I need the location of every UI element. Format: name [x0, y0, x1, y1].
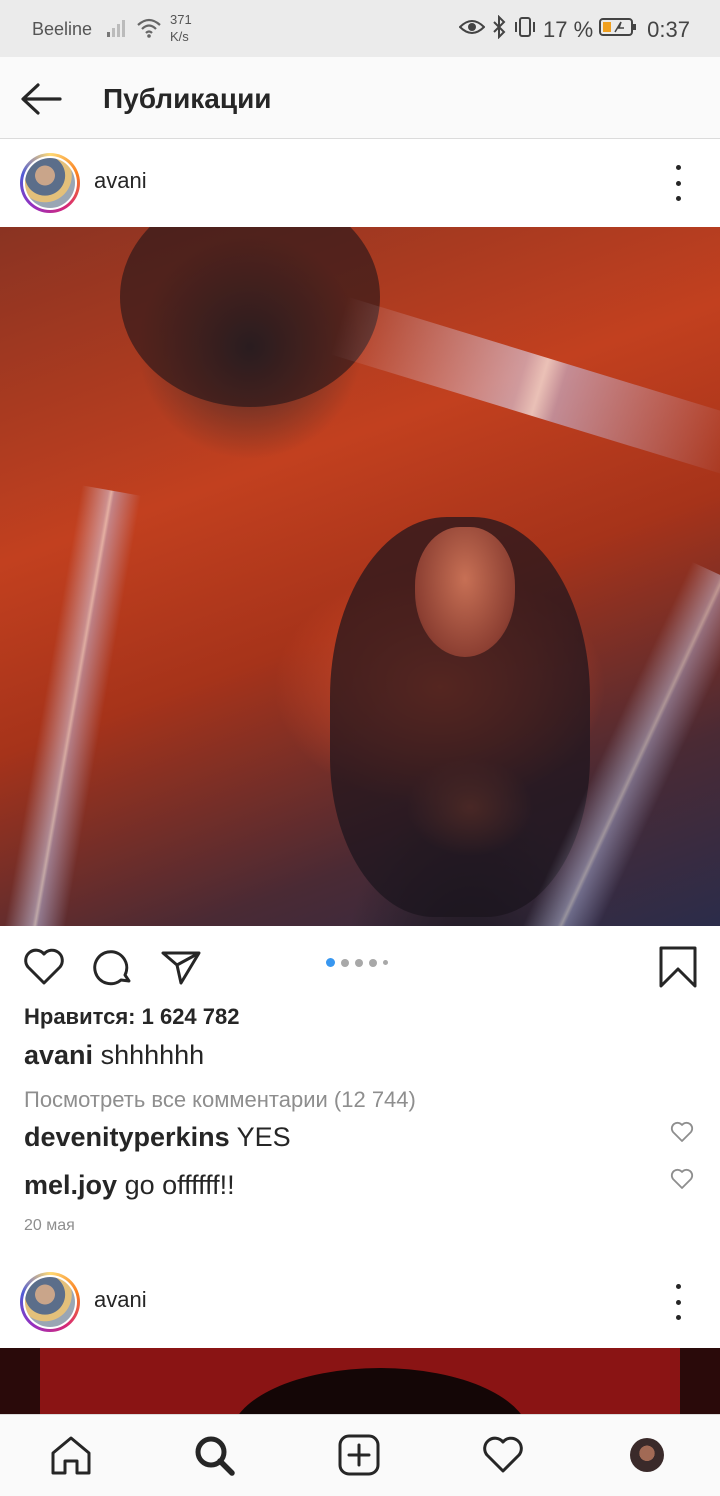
home-icon[interactable]: [49, 1433, 93, 1477]
bookmark-icon[interactable]: [656, 945, 700, 989]
activity-heart-icon[interactable]: [481, 1433, 525, 1477]
eye-icon: [458, 17, 486, 43]
next-post-header: avani: [0, 1258, 720, 1346]
comment-text: go offffff!!: [124, 1170, 235, 1200]
add-post-icon[interactable]: [337, 1433, 381, 1477]
image-face: [415, 527, 515, 657]
send-icon[interactable]: [159, 945, 203, 989]
carousel-dot: [341, 958, 349, 967]
search-icon[interactable]: [192, 1433, 236, 1477]
carousel-dot: [369, 958, 377, 967]
battery-icon: [599, 17, 637, 43]
speed-value: 371: [170, 12, 192, 27]
arrow-left-icon[interactable]: [18, 79, 64, 119]
post-header: avani: [0, 139, 720, 227]
heart-icon[interactable]: [22, 945, 66, 989]
comment-user[interactable]: mel.joy: [24, 1170, 117, 1200]
comment-text: YES: [236, 1122, 291, 1152]
post-username[interactable]: avani: [94, 168, 147, 194]
carousel-indicator: [326, 958, 388, 967]
image-silhouette: [230, 1368, 530, 1416]
avatar[interactable]: [20, 153, 80, 213]
avatar-image: [25, 1277, 75, 1327]
carousel-dot-active: [326, 958, 335, 967]
carousel-dot: [355, 958, 363, 967]
bluetooth-icon: [491, 14, 507, 45]
avatar-image: [25, 158, 75, 208]
carousel-dot: [383, 960, 388, 965]
avatar[interactable]: [20, 1272, 80, 1332]
caption-text: shhhhhh: [100, 1040, 205, 1070]
wifi-icon: [136, 17, 162, 44]
status-right: 17 % 0:37: [458, 14, 690, 45]
more-vertical-icon[interactable]: [666, 165, 690, 201]
comment-user[interactable]: devenityperkins: [24, 1122, 230, 1152]
vibrate-icon: [513, 16, 537, 44]
app-header: Публикации: [0, 57, 720, 139]
comment-icon[interactable]: [91, 945, 135, 989]
comment-row: mel.joy go offffff!!: [24, 1170, 235, 1201]
post-username[interactable]: avani: [94, 1287, 147, 1313]
signal-icon: [106, 18, 128, 43]
next-post-image[interactable]: [0, 1348, 720, 1416]
light-beam: [330, 296, 720, 478]
carrier-label: Beeline: [32, 19, 93, 39]
status-bar: Beeline 371 K/s 17 % 0:37: [0, 0, 720, 57]
post-date: 20 мая: [24, 1217, 75, 1234]
comment-like-icon[interactable]: [670, 1168, 694, 1190]
light-beam: [0, 485, 142, 926]
clock: 0:37: [647, 17, 690, 42]
speed-unit: K/s: [170, 29, 189, 44]
post-image[interactable]: [0, 227, 720, 926]
comment-like-icon[interactable]: [670, 1121, 694, 1143]
caption-user[interactable]: avani: [24, 1040, 93, 1070]
bottom-nav: [0, 1414, 720, 1496]
view-all-comments-link[interactable]: Посмотреть все комментарии (12 744): [24, 1087, 416, 1113]
network-speed: 371 K/s: [170, 11, 192, 45]
likes-count[interactable]: Нравится: 1 624 782: [24, 1004, 239, 1030]
comment-row: devenityperkins YES: [24, 1122, 291, 1153]
profile-avatar[interactable]: [630, 1438, 664, 1472]
battery-percent: 17 %: [543, 17, 594, 42]
page-title: Публикации: [103, 83, 272, 114]
more-vertical-icon[interactable]: [666, 1284, 690, 1320]
caption: avani shhhhhh: [24, 1040, 204, 1071]
